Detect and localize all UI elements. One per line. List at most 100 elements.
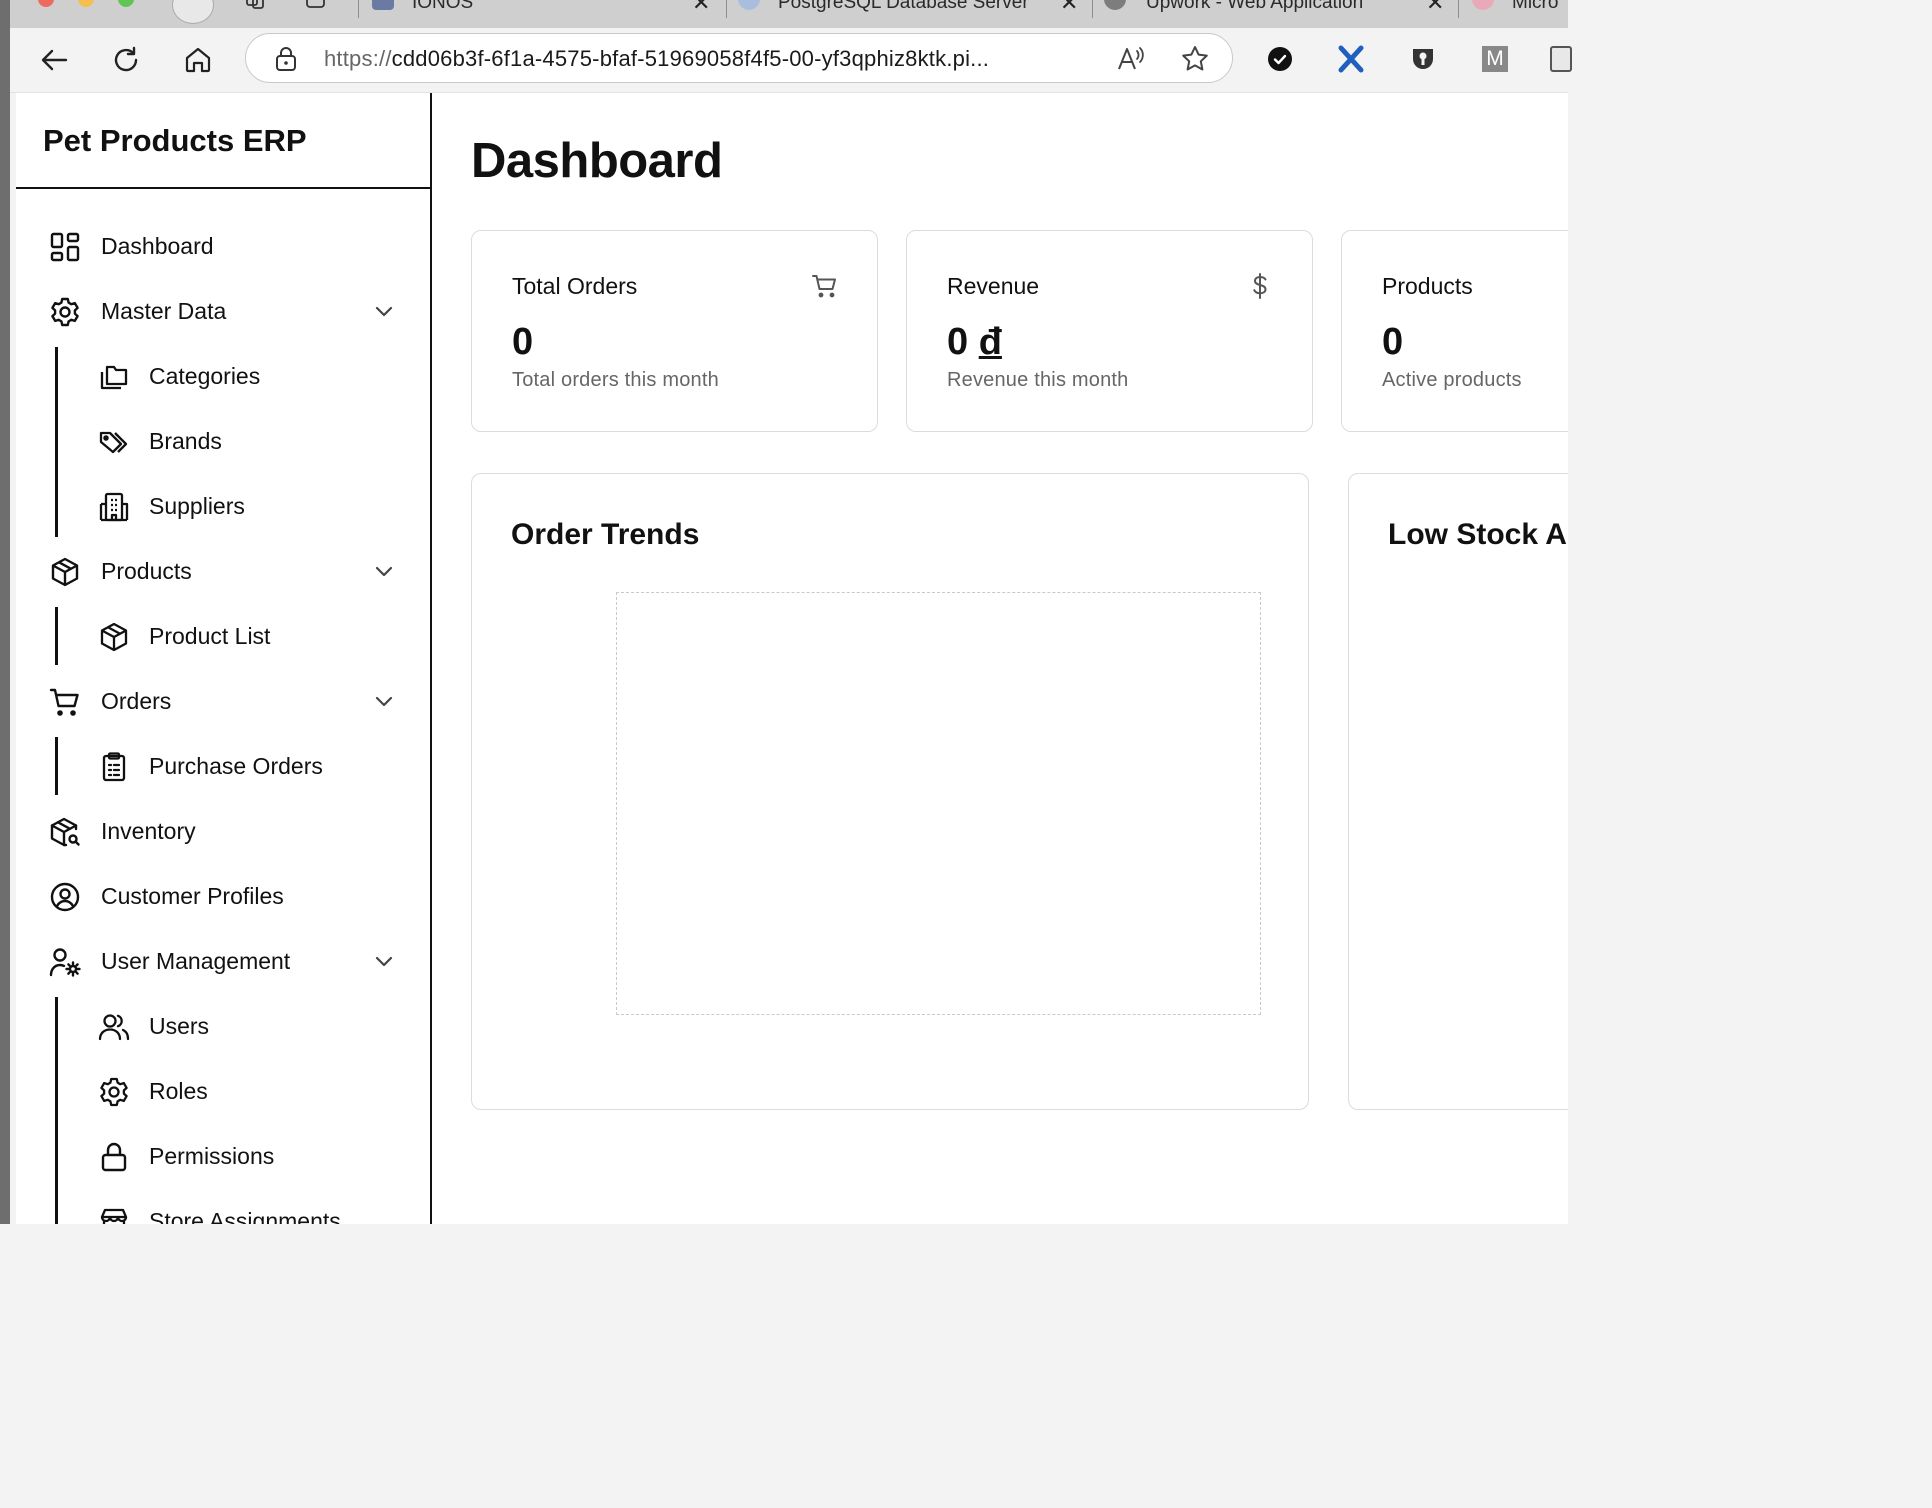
sidebar-item-products[interactable]: Products xyxy=(16,542,430,602)
sidebar: Pet Products ERP Dashboard Master Data C… xyxy=(16,93,432,1224)
browser-toolbar: https://cdd06b3f-6f1a-4575-bfaf-51969058… xyxy=(10,28,1572,93)
tab-actions-icon[interactable] xyxy=(305,0,327,10)
sidebar-item-permissions[interactable]: Permissions xyxy=(16,1127,430,1187)
tags-icon xyxy=(99,431,128,454)
close-tab-icon[interactable]: ✕ xyxy=(692,0,710,16)
tab-bar: IONOS ✕ PostgreSQL Database Server ✕ Upw… xyxy=(10,0,1568,28)
extension-document[interactable] xyxy=(1546,44,1576,74)
chevron-down-icon[interactable] xyxy=(372,559,396,583)
currency-symbol: đ xyxy=(978,321,1002,363)
stat-number: 0 xyxy=(512,321,534,363)
sidebar-item-label: Suppliers xyxy=(149,493,245,519)
sidebar-item-store-assignments[interactable]: Store Assignments xyxy=(16,1192,430,1224)
chevron-down-icon[interactable] xyxy=(372,949,396,973)
read-aloud-icon[interactable] xyxy=(1116,45,1146,73)
sidebar-item-inventory[interactable]: Inventory xyxy=(16,802,430,862)
favorite-star-icon[interactable] xyxy=(1180,44,1210,74)
sidebar-item-user-management[interactable]: User Management xyxy=(16,932,430,992)
gear-icon xyxy=(100,1077,128,1107)
stat-value: 0 đ xyxy=(947,321,1002,364)
cart-icon xyxy=(812,275,836,298)
x-logo-icon xyxy=(1338,45,1364,73)
grid-icon xyxy=(50,232,80,262)
minimize-window-button[interactable] xyxy=(78,0,94,7)
profile-avatar[interactable] xyxy=(172,0,214,24)
postgres-favicon-icon xyxy=(738,0,760,10)
sidebar-item-users[interactable]: Users xyxy=(16,997,430,1057)
tab-title: Micro xyxy=(1512,0,1559,13)
sidebar-item-brands[interactable]: Brands xyxy=(16,412,430,472)
home-button[interactable] xyxy=(180,42,216,78)
stat-subtitle: Active products xyxy=(1382,369,1522,391)
cart-icon xyxy=(49,688,79,716)
sidebar-item-label: Users xyxy=(149,1013,210,1039)
sidebar-item-customer-profiles[interactable]: Customer Profiles xyxy=(16,867,430,927)
sidebar-item-label: Customer Profiles xyxy=(101,883,284,909)
stat-card-products: Products 0 Active products xyxy=(1341,230,1568,432)
package-search-icon xyxy=(50,817,80,847)
order-trends-chart-placeholder xyxy=(616,592,1261,1015)
lock-icon[interactable] xyxy=(274,46,298,72)
sidebar-item-label: Dashboard xyxy=(101,233,214,259)
sidebar-item-label: User Management xyxy=(101,948,291,974)
refresh-icon xyxy=(114,46,138,72)
close-tab-icon[interactable]: ✕ xyxy=(1426,0,1444,16)
sidebar-item-purchase-orders[interactable]: Purchase Orders xyxy=(16,737,430,797)
arrow-left-icon xyxy=(41,49,68,71)
stat-subtitle: Revenue this month xyxy=(947,369,1129,391)
extension-m[interactable]: M xyxy=(1480,44,1510,74)
gear-icon xyxy=(51,297,79,327)
sidebar-item-label: Brands xyxy=(149,428,222,454)
sidebar-item-categories[interactable]: Categories xyxy=(16,347,430,407)
home-icon xyxy=(185,47,211,73)
sidebar-item-label: Products xyxy=(101,558,192,584)
chevron-down-icon[interactable] xyxy=(372,299,396,323)
stat-card-revenue: Revenue 0 đ Revenue this month xyxy=(906,230,1313,432)
sidebar-item-label: Purchase Orders xyxy=(149,753,323,779)
reload-button[interactable] xyxy=(108,42,144,78)
low-stock-alerts-panel: Low Stock Alerts xyxy=(1348,473,1568,1110)
sidebar-item-suppliers[interactable]: Suppliers xyxy=(16,477,430,537)
sidebar-item-label: Inventory xyxy=(101,818,196,844)
micro-favicon-icon xyxy=(1472,0,1494,10)
sidebar-brand: Pet Products ERP xyxy=(16,93,430,189)
lock-icon xyxy=(101,1142,127,1172)
sidebar-item-dashboard[interactable]: Dashboard xyxy=(16,217,430,277)
sidebar-item-label: Roles xyxy=(149,1078,208,1104)
sidebar-item-master-data[interactable]: Master Data xyxy=(16,282,430,342)
sidebar-item-roles[interactable]: Roles xyxy=(16,1062,430,1122)
url-scheme: https:// xyxy=(324,46,392,71)
close-window-button[interactable] xyxy=(38,0,54,7)
app-title: Pet Products ERP xyxy=(43,123,307,158)
extension-shield[interactable] xyxy=(1408,44,1438,74)
url-text[interactable]: https://cdd06b3f-6f1a-4575-bfaf-51969058… xyxy=(324,46,989,72)
workspaces-icon[interactable] xyxy=(245,0,267,10)
extension-checkmark[interactable] xyxy=(1265,44,1295,74)
tab-title: Upwork - Web Application xyxy=(1146,0,1364,13)
address-bar[interactable]: https://cdd06b3f-6f1a-4575-bfaf-51969058… xyxy=(245,33,1233,83)
stat-value: 0 xyxy=(1382,321,1403,364)
back-button[interactable] xyxy=(36,42,72,78)
sidebar-item-label: Permissions xyxy=(149,1143,275,1169)
panel-title: Low Stock Alerts xyxy=(1388,518,1568,551)
tab-title: PostgreSQL Database Server xyxy=(778,0,1029,13)
dollar-icon xyxy=(1253,273,1267,299)
user-cog-icon xyxy=(49,948,81,977)
stat-title: Revenue xyxy=(947,273,1040,299)
sidebar-item-label: Orders xyxy=(101,688,172,714)
sidebar-item-product-list[interactable]: Product List xyxy=(16,607,430,667)
close-tab-icon[interactable]: ✕ xyxy=(1060,0,1078,16)
stat-title: Products xyxy=(1382,273,1473,299)
extension-x[interactable] xyxy=(1336,44,1366,74)
shield-key-icon xyxy=(1413,49,1433,69)
sidebar-item-orders[interactable]: Orders xyxy=(16,672,430,732)
page-title: Dashboard xyxy=(471,134,723,188)
stat-card-total-orders: Total Orders 0 Total orders this month xyxy=(471,230,878,432)
stat-subtitle: Total orders this month xyxy=(512,369,719,391)
sidebar-item-label: Master Data xyxy=(101,298,227,324)
chevron-down-icon[interactable] xyxy=(372,689,396,713)
sidebar-item-label: Store Assignments xyxy=(149,1208,341,1224)
maximize-window-button[interactable] xyxy=(118,0,134,7)
document-icon xyxy=(1550,46,1572,72)
box-icon xyxy=(51,557,79,587)
